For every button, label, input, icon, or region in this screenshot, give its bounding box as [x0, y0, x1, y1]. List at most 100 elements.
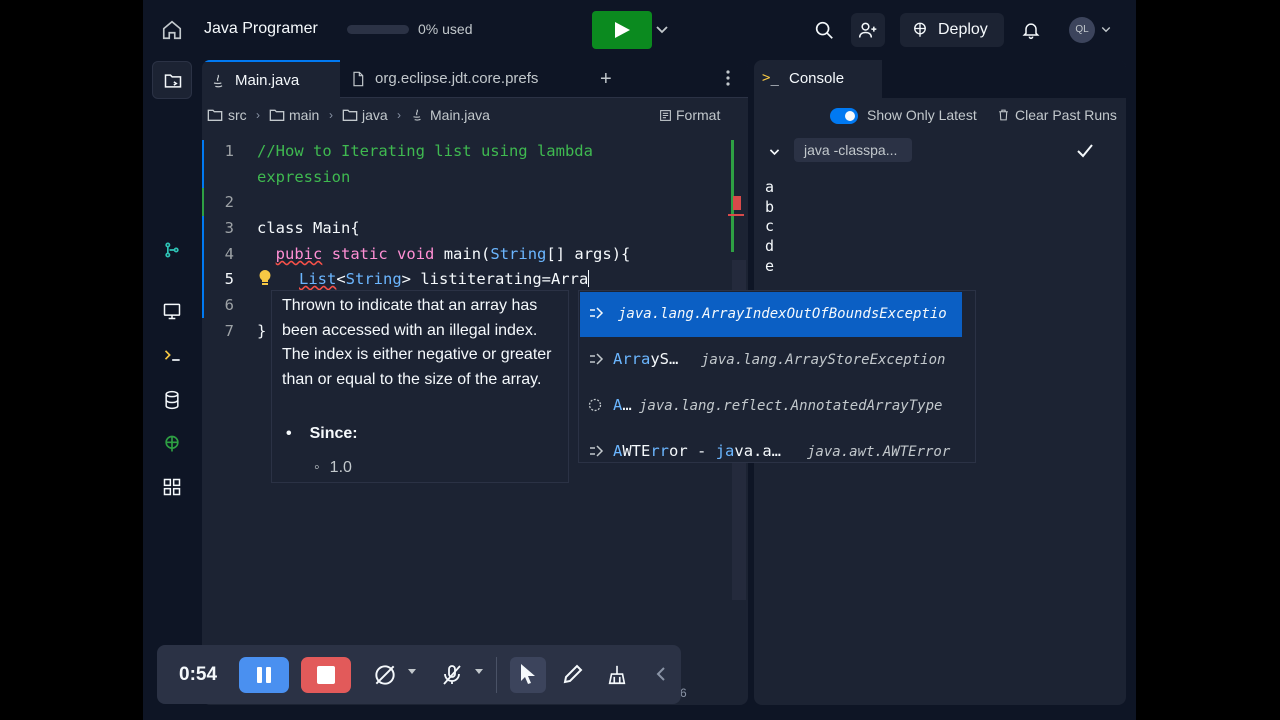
- more-icon[interactable]: [726, 69, 730, 87]
- line-number: 7: [224, 322, 234, 340]
- git-icon: [165, 242, 179, 258]
- avatar[interactable]: QL: [1069, 17, 1095, 43]
- console-tabs: >_ Console: [754, 60, 1126, 98]
- breadcrumb-separator: ›: [256, 108, 260, 122]
- suggestion-name: AWTError - java.a…: [613, 442, 782, 460]
- code-keyword: pubic: [275, 245, 323, 263]
- suggestion-item[interactable]: A… java.lang.reflect.AnnotatedArrayType: [580, 384, 962, 429]
- broom-icon[interactable]: [606, 662, 628, 688]
- interface-icon: [588, 398, 602, 412]
- show-latest-label[interactable]: Show Only Latest: [867, 107, 977, 123]
- line-number: 4: [224, 245, 234, 263]
- invite-icon: [858, 22, 877, 38]
- code-line-4: pubic static void main(String[] args){: [257, 245, 631, 263]
- pen-icon[interactable]: [561, 662, 585, 686]
- preview-icon: [163, 303, 181, 320]
- suggestion-detail: java.lang.ArrayIndexOutOfBoundsExceptio: [618, 306, 947, 322]
- suggestion-item[interactable]: AWTError - java.a… java.awt.AWTError: [580, 430, 962, 475]
- code-keyword: static: [331, 245, 388, 263]
- files-button[interactable]: [152, 61, 192, 99]
- show-latest-toggle[interactable]: [830, 108, 858, 124]
- suggestion-detail: java.lang.ArrayStoreException: [701, 352, 946, 368]
- code-line-1: //How to Iterating list using lambda: [257, 142, 593, 160]
- java-icon: [213, 74, 223, 88]
- bell-icon[interactable]: [1021, 19, 1041, 41]
- repl-title[interactable]: Java Programer: [204, 20, 318, 38]
- recording-timer: 0:54: [179, 664, 218, 685]
- home-icon[interactable]: [161, 19, 183, 41]
- class-icon: [590, 307, 604, 319]
- suggestion-item[interactable]: java.lang.ArrayIndexOutOfBoundsExceptio: [580, 292, 962, 337]
- code-text: main(: [443, 245, 491, 263]
- apps-button[interactable]: [152, 468, 192, 506]
- camera-options-caret[interactable]: [408, 669, 416, 674]
- class-icon: [590, 353, 604, 365]
- line-number: 3: [224, 219, 234, 237]
- code-text: Main{: [303, 219, 360, 237]
- code-line-7: }: [257, 322, 266, 340]
- chevron-down-icon[interactable]: [768, 145, 781, 158]
- deploy-button[interactable]: Deploy: [900, 13, 1004, 47]
- deployments-button[interactable]: [152, 425, 192, 463]
- preview-button[interactable]: [152, 292, 192, 330]
- files-icon: [164, 74, 182, 88]
- breadcrumb-separator: ›: [397, 108, 401, 122]
- camera-off-icon[interactable]: [372, 662, 398, 688]
- chevron-left-icon[interactable]: [655, 662, 667, 686]
- editor-tabs: Main.java org.eclipse.jdt.core.prefs +: [202, 60, 748, 98]
- deployments-icon: [165, 435, 179, 452]
- recorder-toolbar: 0:54: [157, 645, 681, 704]
- doc-since-version: 1.0: [314, 459, 352, 477]
- chevron-down-icon[interactable]: [1100, 23, 1112, 35]
- clear-past-runs-button[interactable]: Clear Past Runs: [999, 107, 1117, 123]
- breadcrumb-file[interactable]: Main.java: [430, 107, 490, 123]
- tab-prefs[interactable]: org.eclipse.jdt.core.prefs: [342, 60, 582, 98]
- lightbulb-icon[interactable]: [257, 269, 273, 287]
- code-type: List: [299, 270, 337, 288]
- code-type: String: [345, 270, 402, 288]
- database-button[interactable]: [152, 381, 192, 419]
- code-line-5: List<String> listiterating=Arra: [299, 270, 590, 288]
- code-text: [] args){: [546, 245, 631, 263]
- trash-icon: [999, 109, 1008, 121]
- git-button[interactable]: [152, 231, 192, 269]
- code-keyword: class: [257, 219, 304, 237]
- line-number: 1: [224, 142, 234, 160]
- chevron-down-icon[interactable]: [654, 21, 670, 37]
- breadcrumb-separator: ›: [329, 108, 333, 122]
- code-comment: //How to Iterating list using lambda: [257, 142, 593, 160]
- breadcrumb-main[interactable]: main: [289, 107, 319, 123]
- tab-label: Main.java: [235, 72, 300, 89]
- breadcrumb: src › main › java › Main.java Format: [202, 98, 748, 132]
- tab-label: Console: [789, 70, 845, 87]
- deploy-icon: [914, 22, 926, 37]
- tab-console[interactable]: >_ Console: [754, 60, 882, 98]
- format-button[interactable]: Format: [660, 107, 720, 123]
- run-button[interactable]: [592, 11, 652, 49]
- breadcrumb-java[interactable]: java: [362, 107, 388, 123]
- search-icon[interactable]: [813, 19, 835, 41]
- code-text: <: [336, 270, 346, 288]
- java-icon: [413, 109, 421, 121]
- doc-since-label: Since:: [286, 425, 358, 443]
- line-number: 2: [224, 193, 234, 211]
- mic-options-caret[interactable]: [475, 669, 483, 674]
- tool-rail: [143, 60, 200, 720]
- suggestion-name: A…: [613, 396, 632, 414]
- suggestion-item[interactable]: ArrayS… java.lang.ArrayStoreException: [580, 338, 962, 383]
- code-keyword: void: [397, 245, 435, 263]
- invite-button[interactable]: [851, 13, 885, 47]
- shell-button[interactable]: [152, 336, 192, 374]
- top-bar: Java Programer 0% used Deploy QL: [143, 0, 1136, 60]
- run-entry[interactable]: java -classpa...: [754, 137, 1126, 167]
- stop-button[interactable]: [301, 657, 351, 693]
- folder-icon: [342, 109, 358, 121]
- tab-label: org.eclipse.jdt.core.prefs: [375, 70, 539, 87]
- new-tab-button[interactable]: +: [600, 69, 612, 89]
- pause-button[interactable]: [239, 657, 289, 693]
- tab-main-java[interactable]: Main.java: [202, 60, 340, 98]
- usage-text[interactable]: 0% used: [418, 21, 472, 37]
- breadcrumb-src[interactable]: src: [228, 107, 247, 123]
- mic-off-icon[interactable]: [440, 662, 464, 688]
